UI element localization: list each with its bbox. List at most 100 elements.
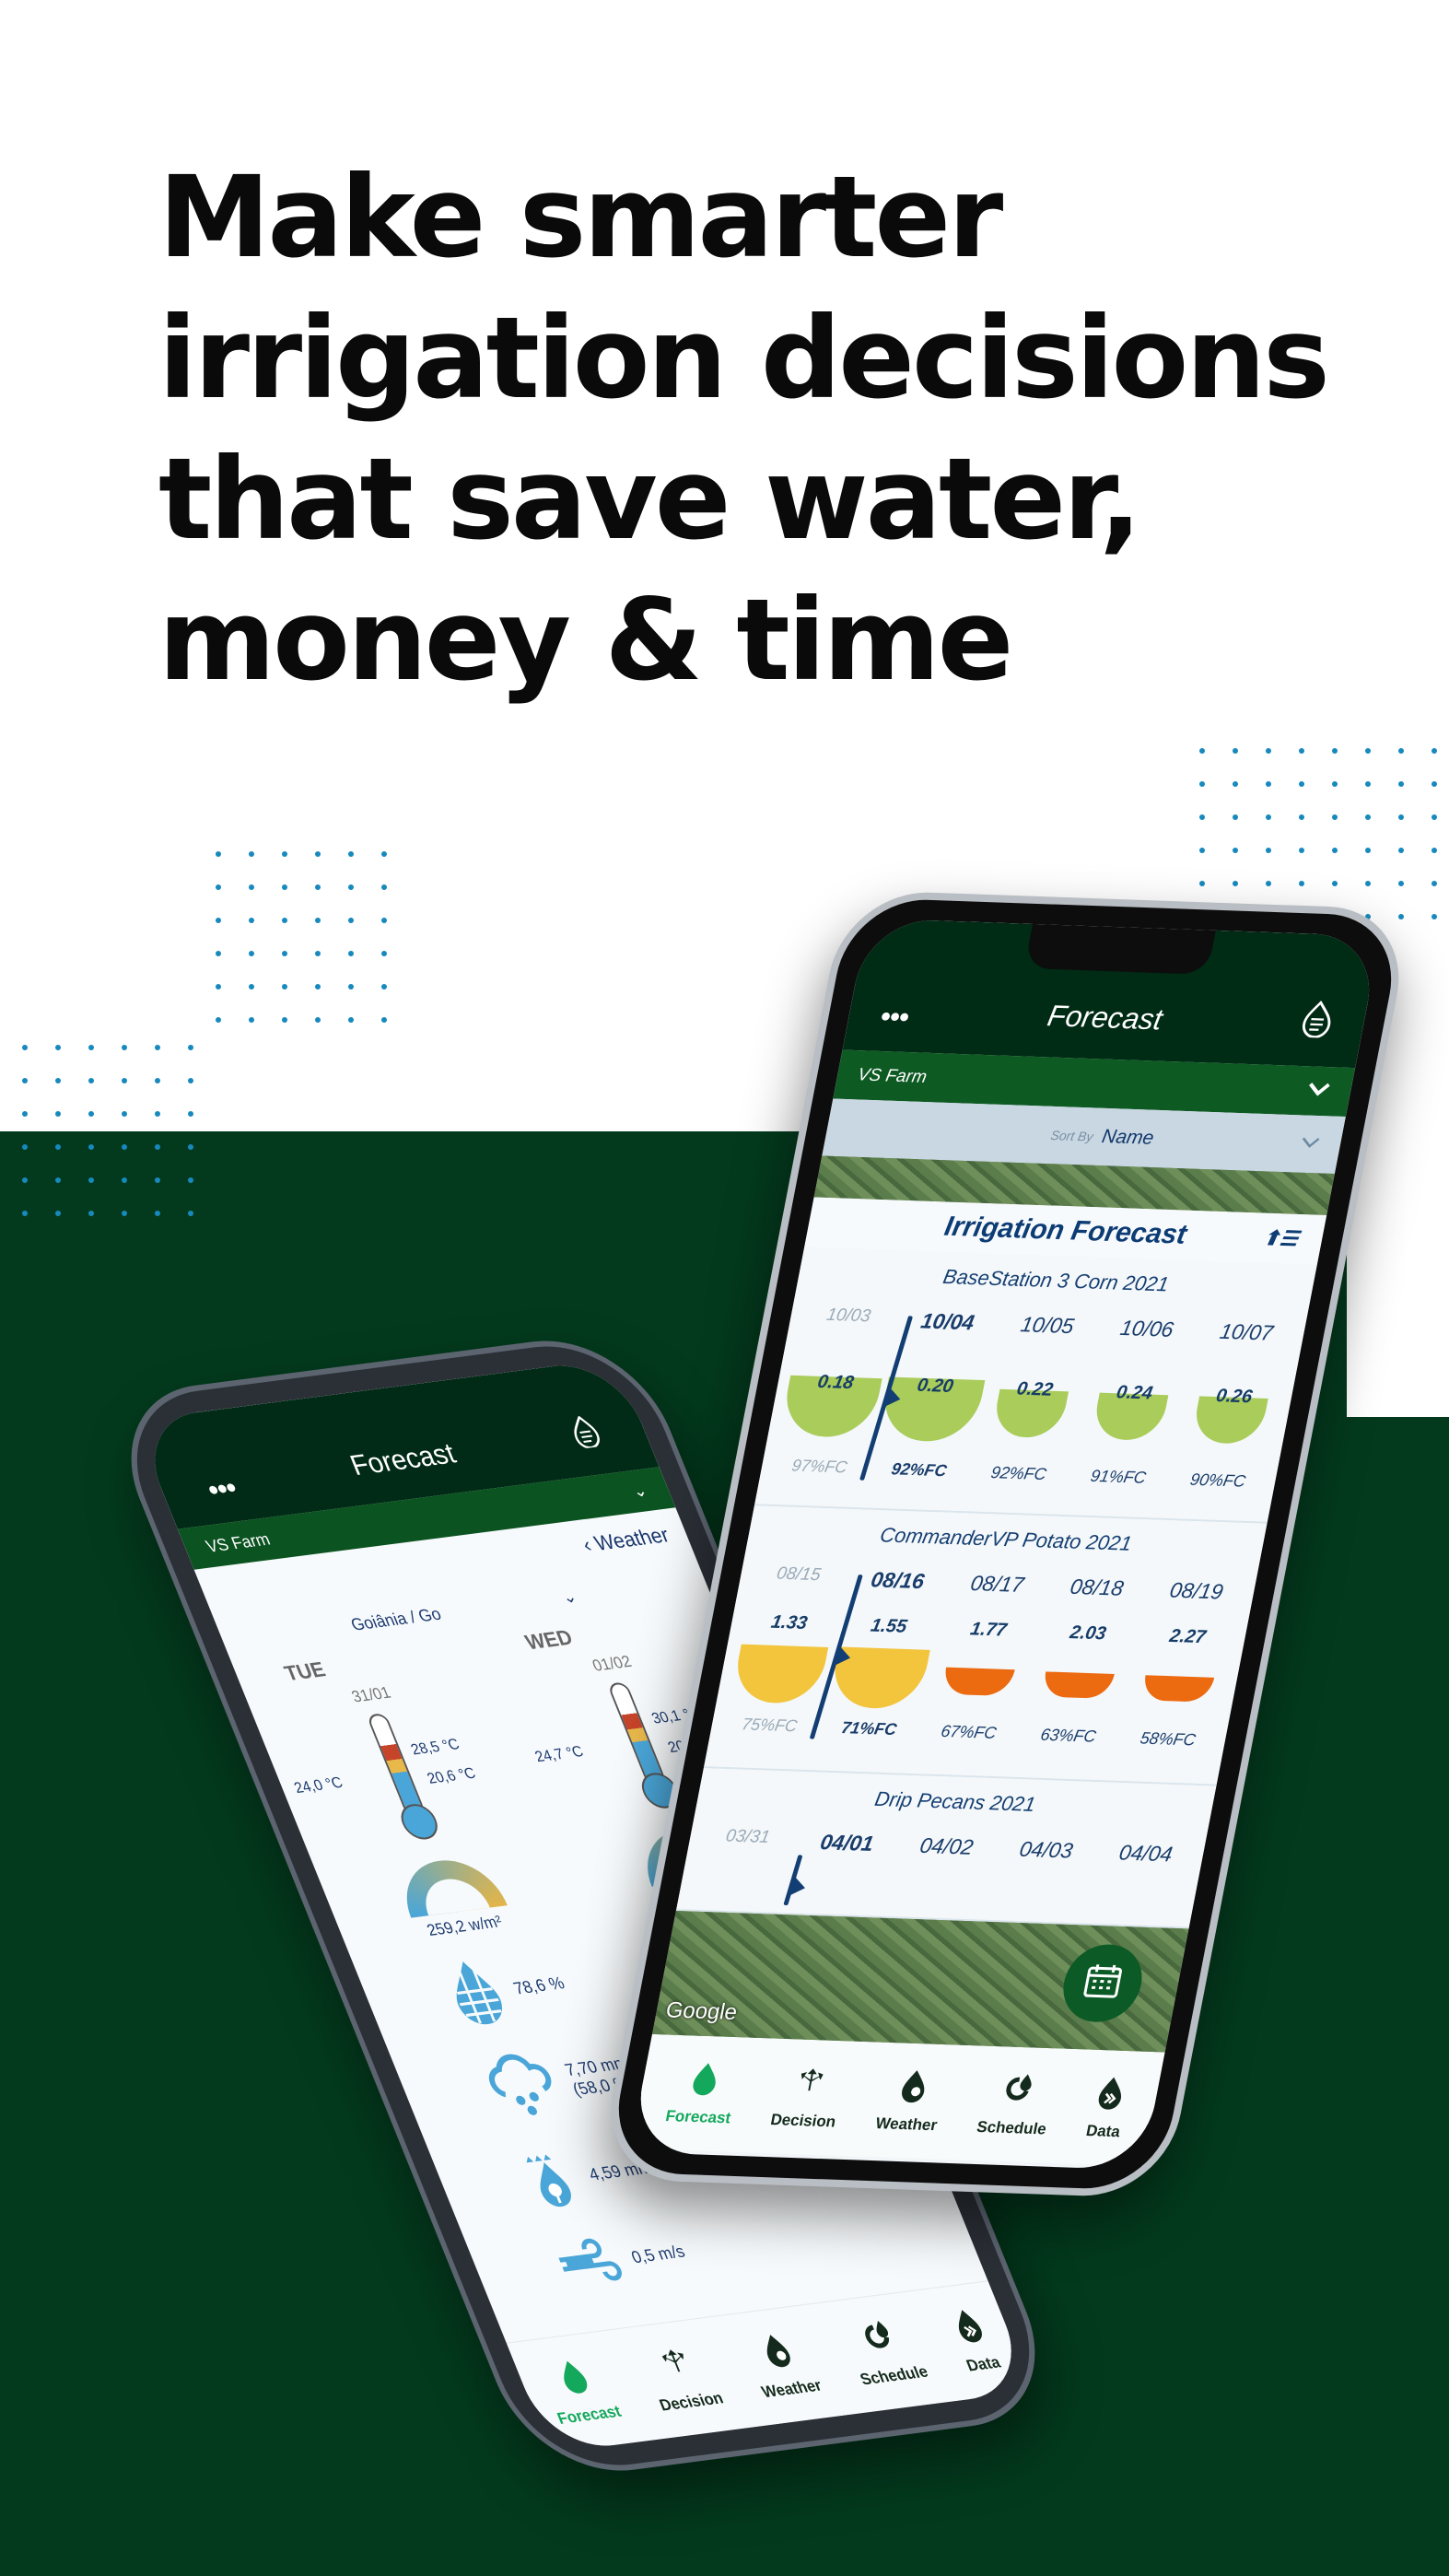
- nav-forecast[interactable]: Forecast: [664, 2059, 742, 2126]
- soil-moisture-bowl: [941, 1667, 1016, 1696]
- schedule-drop-icon: [857, 2318, 903, 2363]
- dot: [1299, 881, 1304, 886]
- nav-data[interactable]: Data: [1084, 2075, 1130, 2141]
- dot: [1431, 848, 1437, 853]
- dot-pattern: [1199, 748, 1449, 919]
- dot: [1299, 848, 1304, 853]
- forecast-day: 04/02: [894, 1812, 1003, 1868]
- clipboard-drop-icon[interactable]: [1298, 1000, 1337, 1043]
- bottom-nav: Forecast Decision Weather Schedule Data: [630, 2033, 1165, 2167]
- forecast-date: 10/04: [918, 1308, 976, 1335]
- nav-label: Decision: [656, 2388, 726, 2415]
- forecast-date: 08/17: [968, 1570, 1026, 1597]
- dot: [22, 1111, 28, 1117]
- dot: [1398, 881, 1404, 886]
- dot: [282, 884, 287, 890]
- forecast-date: 03/31: [724, 1826, 772, 1848]
- dot: [216, 984, 221, 989]
- field-capacity: 90%FC: [1188, 1469, 1247, 1491]
- dot: [1233, 781, 1238, 787]
- forecast-date: 08/15: [775, 1563, 823, 1586]
- dot: [1398, 914, 1404, 919]
- dot: [348, 1017, 354, 1023]
- dot: [1398, 748, 1404, 754]
- forecast-date: 10/06: [1117, 1315, 1176, 1341]
- field-forecast[interactable]: CommanderVP Potato 2021 08/15 1.33 75%FC…: [703, 1505, 1268, 1786]
- map-attribution: Google: [663, 1997, 740, 2025]
- dot: [1266, 848, 1271, 853]
- humidity-drop-icon: [436, 1956, 516, 2032]
- field-capacity: 97%FC: [789, 1456, 849, 1477]
- dot: [1365, 881, 1371, 886]
- dot: [22, 1144, 28, 1150]
- dot: [1431, 781, 1437, 787]
- dot: [1332, 814, 1338, 820]
- nav-decision[interactable]: Decision: [769, 2063, 847, 2130]
- dot: [1431, 881, 1437, 886]
- field-forecast[interactable]: BaseStation 3 Corn 2021 10/03 0.18 97%FC…: [754, 1247, 1317, 1524]
- max-temp: 28,5 °C: [408, 1736, 462, 1759]
- dot: [381, 984, 387, 989]
- today-marker: [782, 1855, 803, 1906]
- dot: [381, 951, 387, 956]
- dot: [88, 1078, 94, 1083]
- dot: [88, 1211, 94, 1216]
- dot: [249, 984, 254, 989]
- three-drops-icon[interactable]: ●●●: [878, 1006, 910, 1028]
- nav-label: Schedule: [975, 2117, 1048, 2137]
- headline-line: irrigation decisions: [158, 293, 1330, 424]
- field-forecast[interactable]: Drip Pecans 2021 03/31 04/01 04/02 04/03…: [675, 1768, 1217, 1929]
- three-drops-icon[interactable]: ●●●: [204, 1477, 239, 1502]
- dot: [1398, 848, 1404, 853]
- dot: [282, 851, 287, 857]
- sort-order-icon[interactable]: ⬆☰: [1261, 1226, 1301, 1251]
- dot: [88, 1144, 94, 1150]
- farm-name: VS Farm: [203, 1528, 273, 1556]
- nav-label: Decision: [769, 2110, 838, 2130]
- radiation-gauge-icon: [390, 1855, 508, 1918]
- dot: [1233, 881, 1238, 886]
- dot: [1233, 848, 1238, 853]
- forecast-date: 10/05: [1018, 1312, 1077, 1339]
- day-name: TUE: [280, 1657, 329, 1686]
- irrigation-value: 2.03: [1068, 1622, 1108, 1645]
- sort-value: Name: [1100, 1125, 1156, 1149]
- rain-cloud-icon: [473, 2047, 571, 2125]
- nav-weather[interactable]: Weather: [874, 2067, 948, 2134]
- calendar-button[interactable]: [1057, 1943, 1149, 2024]
- nav-label: Forecast: [555, 2402, 625, 2428]
- satellite-map[interactable]: Google: [652, 1910, 1189, 2053]
- dot: [88, 1045, 94, 1050]
- dot: [348, 851, 354, 857]
- dot: [315, 984, 321, 989]
- clipboard-drop-icon[interactable]: [566, 1414, 606, 1454]
- nav-label: Data: [964, 2353, 1003, 2375]
- nav-decision[interactable]: Decision: [637, 2342, 726, 2416]
- forecast-date: 04/01: [818, 1830, 876, 1856]
- forecast-date: 04/02: [917, 1832, 976, 1859]
- forecast-day: 04/03: [993, 1816, 1103, 1871]
- nav-schedule[interactable]: Schedule: [976, 2070, 1058, 2138]
- nav-schedule[interactable]: Schedule: [838, 2315, 931, 2389]
- dot: [1365, 848, 1371, 853]
- camera-notch: [1023, 923, 1216, 975]
- dot: [155, 1177, 160, 1183]
- nav-data[interactable]: Data: [945, 2306, 1004, 2376]
- field-capacity: 67%FC: [939, 1721, 999, 1742]
- data-drop-icon: [946, 2306, 992, 2351]
- dot: [282, 951, 287, 956]
- irrigation-value: 0.26: [1214, 1386, 1255, 1408]
- chevron-down-icon: ⌄: [629, 1480, 650, 1501]
- dot: [155, 1211, 160, 1216]
- dot: [1431, 814, 1437, 820]
- dot: [122, 1045, 127, 1050]
- day-date: 31/01: [348, 1683, 393, 1706]
- dot: [348, 918, 354, 923]
- back-label: Weather: [590, 1522, 673, 1555]
- nav-weather[interactable]: Weather: [740, 2329, 824, 2402]
- farm-name: VS Farm: [856, 1064, 929, 1087]
- dot: [249, 1017, 254, 1023]
- dot: [381, 1017, 387, 1023]
- nav-forecast[interactable]: Forecast: [535, 2355, 624, 2429]
- field-capacity: 92%FC: [989, 1463, 1048, 1484]
